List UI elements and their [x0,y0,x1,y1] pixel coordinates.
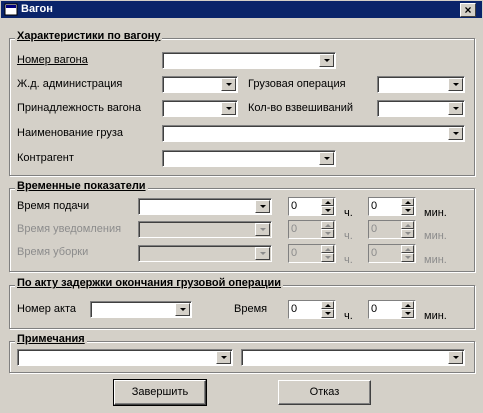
removal-minutes-spinner[interactable]: 0 [368,244,416,263]
notification-time-label: Время уведомления [17,223,122,235]
act-hours-spinner[interactable]: 0 [288,300,336,319]
chevron-down-icon[interactable] [319,152,334,165]
notification-minutes-spinner[interactable]: 0 [368,220,416,239]
weighings-count-combo[interactable] [377,100,465,117]
wagon-dialog: Вагон × Характеристики по вагону Номер в… [0,0,483,413]
spin-down-icon[interactable] [401,253,414,262]
notes-combo-left[interactable] [17,349,233,366]
counterparty-label: Контрагент [17,152,74,164]
removal-time-label: Время уборки [17,246,89,258]
minutes-unit: мин. [424,230,447,242]
wagon-ownership-combo[interactable] [162,100,238,117]
finish-button[interactable]: Завершить [113,379,207,406]
cargo-operation-label: Грузовая операция [248,78,346,90]
chevron-down-icon[interactable] [448,351,463,364]
arrival-time-label: Время подачи [17,200,90,212]
chevron-down-icon[interactable] [255,223,270,236]
counterparty-combo[interactable] [162,150,336,167]
minutes-unit: мин. [424,310,447,322]
hours-unit: ч. [344,254,353,266]
arrival-minutes-spinner[interactable]: 0 [368,197,416,216]
removal-minutes-value: 0 [371,247,378,259]
window-title: Вагон [21,3,53,15]
arrival-hours-value: 0 [291,200,298,212]
spin-up-icon[interactable] [321,198,334,206]
spin-up-icon[interactable] [321,221,334,229]
spin-down-icon[interactable] [321,309,334,318]
spin-down-icon[interactable] [321,253,334,262]
chevron-down-icon[interactable] [255,247,270,260]
chevron-down-icon[interactable] [319,54,334,67]
weighings-count-label: Кол-во взвешиваний [248,102,354,114]
notification-hours-value: 0 [291,223,298,235]
removal-hours-spinner[interactable]: 0 [288,244,336,263]
cargo-name-combo[interactable] [162,125,465,142]
spin-up-icon[interactable] [321,301,334,309]
wagon-number-combo[interactable] [162,52,336,69]
chevron-down-icon[interactable] [448,127,463,140]
time-indicators-legend: Временные показатели [15,180,148,192]
act-minutes-value: 0 [371,303,378,315]
arrival-time-combo[interactable] [138,198,272,215]
chevron-down-icon[interactable] [448,102,463,115]
spin-down-icon[interactable] [321,229,334,238]
act-minutes-spinner[interactable]: 0 [368,300,416,319]
removal-time-combo[interactable] [138,245,272,262]
close-button[interactable]: × [460,3,476,17]
wagon-number-label: Номер вагона [17,54,88,66]
hours-unit: ч. [344,230,353,242]
railway-admin-combo[interactable] [162,76,238,93]
delay-act-legend: По акту задержки окончания грузовой опер… [15,277,284,289]
chevron-down-icon[interactable] [216,351,231,364]
window-icon [4,3,18,16]
spin-up-icon[interactable] [401,245,414,253]
spin-down-icon[interactable] [401,206,414,215]
spin-down-icon[interactable] [401,229,414,238]
minutes-unit: мин. [424,254,447,266]
notes-legend: Примечания [15,333,87,345]
chevron-down-icon[interactable] [221,102,236,115]
notes-combo-right[interactable] [241,349,465,366]
hours-unit: ч. [344,207,353,219]
cargo-name-label: Наименование груза [17,127,123,139]
arrival-hours-spinner[interactable]: 0 [288,197,336,216]
hours-unit: ч. [344,310,353,322]
chevron-down-icon[interactable] [221,78,236,91]
minutes-unit: мин. [424,207,447,219]
arrival-minutes-value: 0 [371,200,378,212]
removal-hours-value: 0 [291,247,298,259]
spin-up-icon[interactable] [401,301,414,309]
spin-down-icon[interactable] [401,309,414,318]
title-bar[interactable]: Вагон × [1,1,482,18]
notification-minutes-value: 0 [371,223,378,235]
act-hours-value: 0 [291,303,298,315]
spin-up-icon[interactable] [401,198,414,206]
railway-admin-label: Ж.д. администрация [17,78,123,90]
notification-hours-spinner[interactable]: 0 [288,220,336,239]
spin-down-icon[interactable] [321,206,334,215]
act-time-label: Время [234,303,268,315]
wagon-ownership-label: Принадлежность вагона [17,102,141,114]
chevron-down-icon[interactable] [175,303,190,316]
cancel-button[interactable]: Отказ [278,380,371,405]
cargo-operation-combo[interactable] [377,76,465,93]
notification-time-combo[interactable] [138,221,272,238]
chevron-down-icon[interactable] [448,78,463,91]
act-number-combo[interactable] [90,301,192,318]
act-number-label: Номер акта [17,303,77,315]
spin-up-icon[interactable] [321,245,334,253]
chevron-down-icon[interactable] [255,200,270,213]
spin-up-icon[interactable] [401,221,414,229]
wagon-characteristics-legend: Характеристики по вагону [15,30,163,42]
